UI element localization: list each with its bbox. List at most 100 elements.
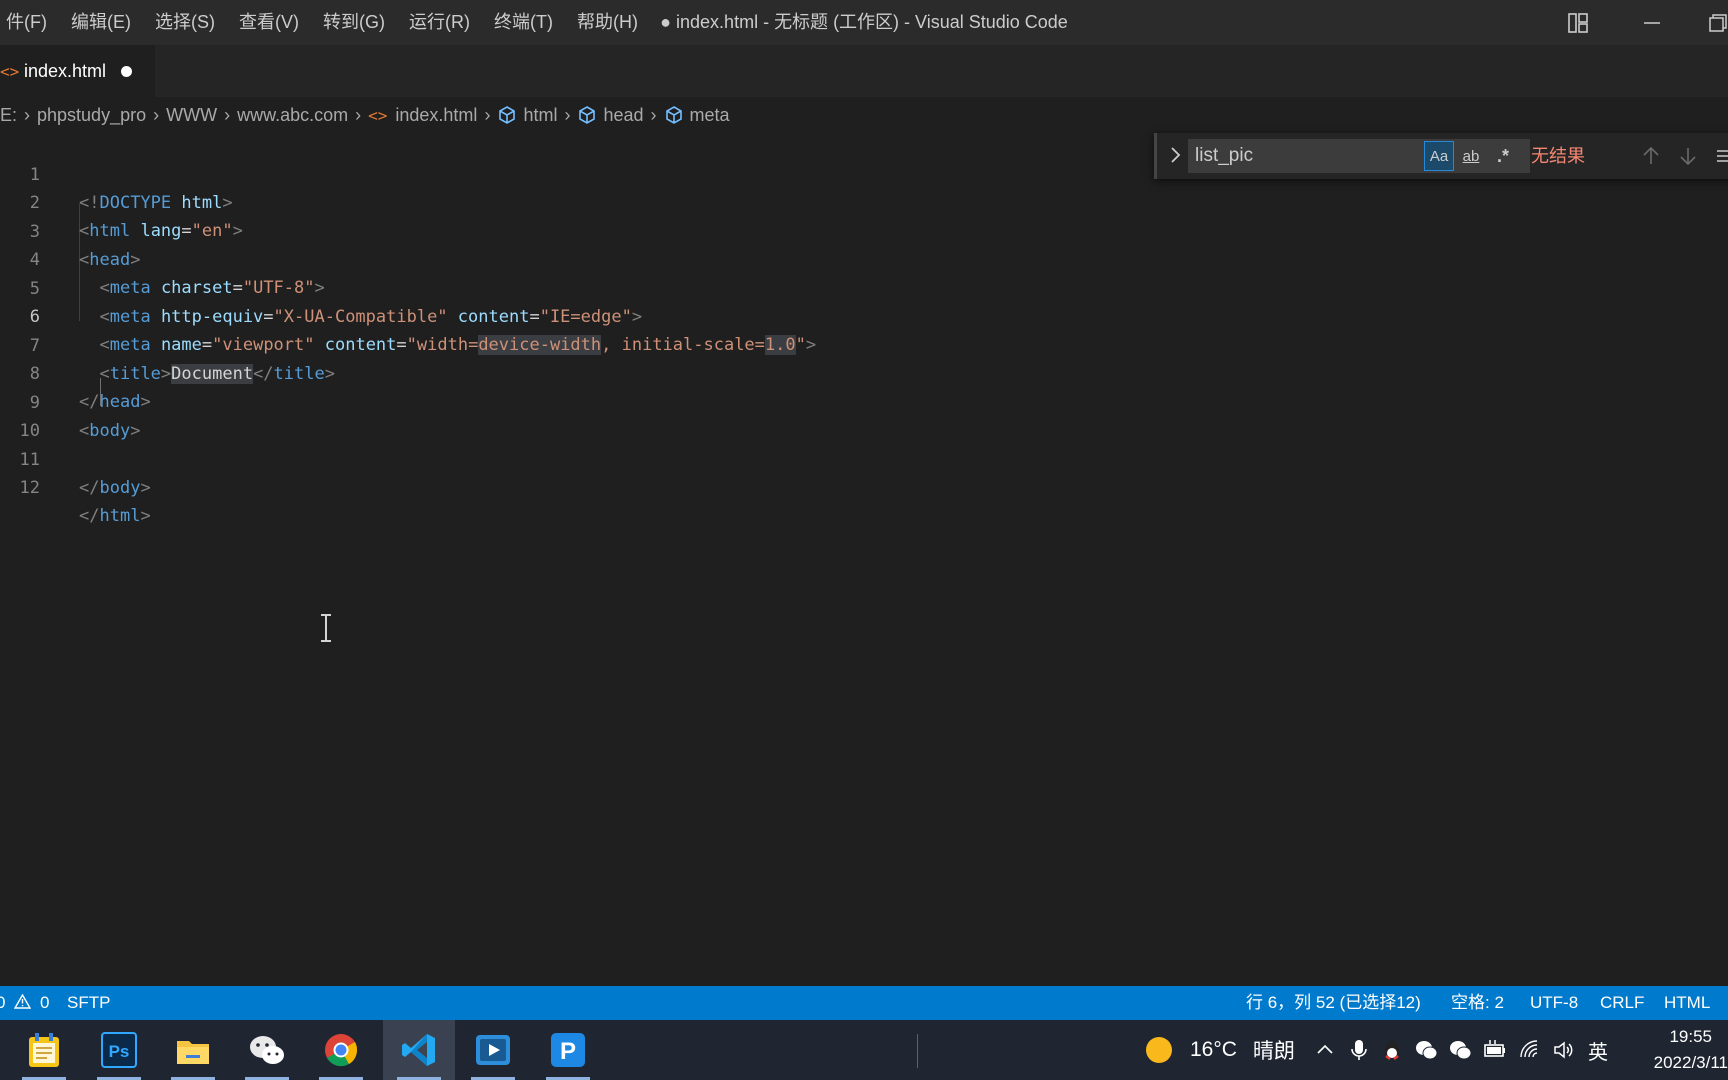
title-bar: 件(F) 编辑(E) 选择(S) 查看(V) 转到(G) 运行(R) 终端(T)… [0, 0, 1728, 45]
cube-icon [579, 106, 596, 124]
indentation-status[interactable]: 空格: 2 [1451, 986, 1504, 1020]
find-widget: Aa ab .* 无结果 [1154, 133, 1728, 179]
menu-go[interactable]: 转到(G) [311, 0, 397, 45]
weather-condition: 晴朗 [1252, 1040, 1295, 1063]
cursor-position[interactable]: 行 6，列 52 (已选择12) [1246, 986, 1421, 1020]
code-line[interactable]: 8 </head> [0, 332, 1728, 412]
vscode-app-icon[interactable] [383, 1020, 455, 1080]
breadcrumb-label: phpstudy_pro [37, 104, 147, 125]
line-number: 12 [19, 478, 40, 498]
error-count: 0 [0, 993, 6, 1012]
clock-time: 19:55 [1669, 1027, 1712, 1046]
code-line[interactable]: 10 [0, 389, 1728, 441]
code-editor[interactable]: 1 <!DOCTYPE html> 2 <html lang="en"> 3 <… [0, 133, 1728, 986]
breadcrumb-label: index.html [395, 104, 478, 125]
breadcrumb-folder-abc[interactable]: www.abc.com [237, 105, 348, 126]
selection-lines-icon[interactable] [1715, 145, 1728, 167]
eol-status[interactable]: CRLF [1600, 986, 1644, 1020]
arrow-down-icon[interactable] [1678, 145, 1698, 167]
menu-view[interactable]: 查看(V) [227, 0, 311, 45]
code-line[interactable]: 5 <meta http-equiv="X-UA-Compatible" con… [0, 247, 1728, 327]
wechat-tray-icon-2[interactable] [1448, 1038, 1472, 1062]
maximize-icon[interactable] [1706, 0, 1728, 45]
regex-toggle[interactable]: .* [1488, 141, 1518, 171]
problems-indicator[interactable]: 0 0 [0, 986, 49, 1020]
chrome-app-icon[interactable] [305, 1020, 377, 1080]
match-case-icon: Aa [1429, 147, 1449, 165]
phpstudy-app-icon[interactable]: P [532, 1020, 604, 1080]
tab-index-html[interactable]: <> index.html [0, 45, 155, 97]
chevron-right-icon: › [484, 104, 491, 125]
weather-widget[interactable]: 16°C 晴朗 [1144, 1020, 1295, 1080]
menu-edit[interactable]: 编辑(E) [59, 0, 143, 45]
menu-selection[interactable]: 选择(S) [143, 0, 227, 45]
menu-terminal[interactable]: 终端(T) [482, 0, 565, 45]
menu-help[interactable]: 帮助(H) [565, 0, 650, 45]
volume-icon[interactable] [1552, 1038, 1576, 1062]
media-player-app-icon[interactable] [457, 1020, 529, 1080]
wifi-icon[interactable] [1518, 1038, 1542, 1062]
status-bar: 0 0 SFTP 行 6，列 52 (已选择12) 空格: 2 UTF-8 CR… [0, 986, 1728, 1020]
breadcrumb-folder-phpstudy[interactable]: phpstudy_pro [37, 105, 146, 126]
qq-icon[interactable] [1380, 1038, 1404, 1062]
warning-count: 0 [39, 993, 50, 1012]
chevron-right-icon[interactable] [1167, 144, 1185, 166]
system-clock[interactable]: 19:55 2022/3/11 [1628, 1024, 1728, 1076]
notepad-app-icon[interactable] [8, 1020, 80, 1080]
minimize-icon[interactable] [1636, 0, 1668, 45]
svg-text:P: P [560, 1038, 576, 1065]
code-line[interactable]: 3 <head> [0, 190, 1728, 270]
chevron-right-icon: › [153, 104, 160, 125]
breadcrumb-drive[interactable]: E: [0, 105, 17, 126]
arrow-up-icon[interactable] [1641, 145, 1661, 167]
code-line[interactable]: 4 <meta charset="UTF-8"> [0, 218, 1728, 298]
encoding-status[interactable]: UTF-8 [1530, 986, 1578, 1020]
language-mode[interactable]: HTML [1664, 986, 1710, 1020]
menu-bar: 件(F) 编辑(E) 选择(S) 查看(V) 转到(G) 运行(R) 终端(T)… [0, 0, 650, 45]
whole-word-icon: ab [1462, 147, 1480, 165]
code-line-active[interactable]: 6 <meta name="viewport" content="width=d… [0, 275, 1728, 355]
breadcrumb-file[interactable]: <> index.html [368, 105, 477, 126]
chevron-up-icon[interactable] [1314, 1039, 1336, 1061]
code-line[interactable]: 9 <body> [0, 361, 1728, 441]
breadcrumb-symbol-meta[interactable]: meta [664, 105, 730, 126]
svg-text:Ps: Ps [109, 1042, 130, 1061]
whole-word-toggle[interactable]: ab [1456, 141, 1486, 171]
code-line[interactable]: 11 </body> [0, 418, 1728, 498]
layout-icon[interactable] [1562, 0, 1594, 45]
photoshop-app-icon[interactable]: Ps [83, 1020, 155, 1080]
ibeam-cursor-icon [321, 614, 331, 642]
breadcrumb-folder-www[interactable]: WWW [166, 105, 217, 126]
sftp-status[interactable]: SFTP [67, 986, 110, 1020]
match-case-toggle[interactable]: Aa [1424, 141, 1454, 171]
breadcrumb-symbol-head[interactable]: head [577, 105, 644, 126]
code-line[interactable]: 7 <title>Document</title> [0, 304, 1728, 384]
breadcrumb-label: E: [0, 104, 18, 125]
wechat-tray-icon[interactable] [1414, 1038, 1438, 1062]
chevron-right-icon: › [650, 104, 657, 125]
file-explorer-app-icon[interactable] [157, 1020, 229, 1080]
code-line[interactable]: 12 </html> [0, 446, 1728, 526]
clock-date: 2022/3/11 [1653, 1053, 1728, 1072]
breadcrumb-symbol-html[interactable]: html [497, 105, 557, 126]
menu-file[interactable]: 件(F) [0, 0, 59, 45]
code-token: html [99, 506, 141, 526]
chevron-right-icon: › [224, 104, 231, 125]
cube-icon [499, 106, 516, 124]
input-method-indicator[interactable]: 英 [1588, 1036, 1608, 1065]
wechat-app-icon[interactable] [231, 1020, 303, 1080]
menu-run[interactable]: 运行(R) [397, 0, 482, 45]
battery-icon[interactable] [1482, 1038, 1508, 1062]
tab-label: index.html [24, 60, 107, 81]
breadcrumb-label: meta [689, 104, 730, 125]
regex-icon: .* [1496, 145, 1509, 166]
breadcrumb-label: www.abc.com [237, 104, 349, 125]
tray-icons: 英 [1314, 1020, 1608, 1080]
sun-icon [1146, 1037, 1172, 1063]
chevron-right-icon: › [355, 104, 362, 125]
warning-icon [13, 993, 32, 1009]
unsaved-dot-icon[interactable] [121, 65, 133, 77]
html-file-icon: <> [0, 61, 20, 81]
code-token: body [99, 478, 141, 498]
microphone-icon[interactable] [1348, 1038, 1370, 1062]
